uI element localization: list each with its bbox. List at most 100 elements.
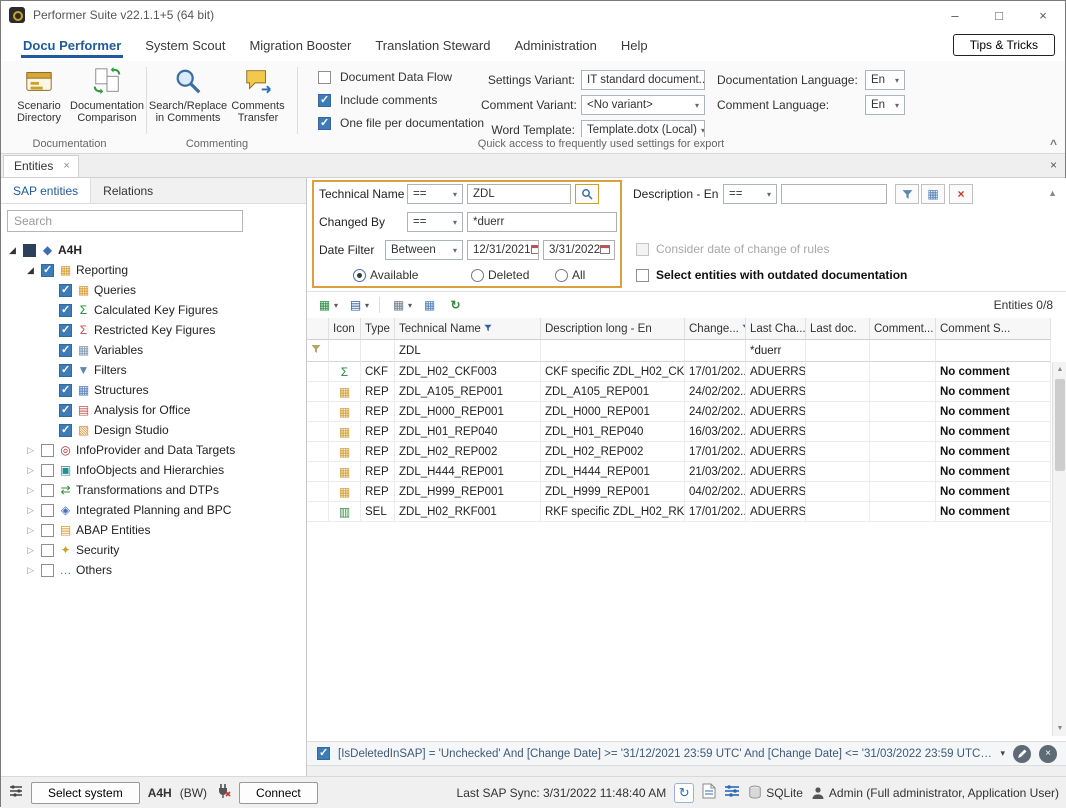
- send-export-button[interactable]: ▦▾: [387, 295, 415, 315]
- tree-item-abap-entities[interactable]: ▷▤ABAP Entities: [1, 520, 306, 540]
- tree-item-others[interactable]: ▷…Others: [1, 560, 306, 580]
- tree-item-integrated-planning-and-bpc[interactable]: ▷◈Integrated Planning and BPC: [1, 500, 306, 520]
- scrollbar-thumb[interactable]: [1055, 379, 1065, 471]
- checkbox-security[interactable]: [41, 544, 54, 557]
- radio-available-icon[interactable]: [353, 269, 366, 282]
- close-tabstrip-icon[interactable]: ×: [1050, 158, 1057, 172]
- filter-button[interactable]: [895, 184, 919, 204]
- column-header-description[interactable]: Description long - En: [541, 318, 685, 340]
- language-select-documentation-language[interactable]: En▾: [865, 70, 905, 90]
- table-row[interactable]: ▦REPZDL_H01_REP040ZDL_H01_REP04016/03/20…: [307, 422, 1051, 442]
- description-operator[interactable]: ==▾: [723, 184, 777, 204]
- expanded-icon[interactable]: ◢: [5, 245, 20, 256]
- setting-select-comment-variant[interactable]: <No variant>▾: [581, 95, 705, 115]
- calendar-icon[interactable]: [600, 244, 610, 257]
- radio-available[interactable]: Available: [353, 268, 418, 282]
- tab-relations[interactable]: Relations: [91, 178, 165, 203]
- collapsed-icon[interactable]: ▷: [23, 565, 38, 576]
- column-header-type[interactable]: Type: [361, 318, 395, 340]
- tree-item-variables[interactable]: ▦Variables: [1, 340, 306, 360]
- collapse-ribbon-icon[interactable]: ^: [1050, 137, 1057, 151]
- radio-deleted-icon[interactable]: [471, 269, 484, 282]
- checkbox-others[interactable]: [41, 564, 54, 577]
- checkbox-include-comments[interactable]: [318, 94, 331, 107]
- select-system-button[interactable]: Select system: [31, 782, 140, 804]
- date-from-input[interactable]: 12/31/2021: [467, 240, 539, 260]
- tree-item-a4h[interactable]: ◢◆A4H: [1, 240, 306, 260]
- sync-refresh-button[interactable]: ↻: [674, 783, 694, 803]
- checkbox-filters[interactable]: [59, 364, 72, 377]
- tree-item-infoprovider-and-data-targets[interactable]: ▷◎InfoProvider and Data Targets: [1, 440, 306, 460]
- filter-expression-checkbox[interactable]: [317, 747, 330, 760]
- collapse-filter-icon[interactable]: ▲: [1048, 188, 1057, 198]
- tree-item-transformations-and-dtps[interactable]: ▷⇄Transformations and DTPs: [1, 480, 306, 500]
- search-input[interactable]: [7, 210, 243, 232]
- tree-item-security[interactable]: ▷✦Security: [1, 540, 306, 560]
- column-chooser-button[interactable]: ▦: [418, 295, 441, 315]
- tree-item-infoobjects-and-hierarchies[interactable]: ▷▣InfoObjects and Hierarchies: [1, 460, 306, 480]
- minimize-button[interactable]: –: [933, 1, 977, 29]
- filter-history-icon[interactable]: ▾: [1000, 748, 1005, 759]
- checkbox-structures[interactable]: [59, 384, 72, 397]
- table-row[interactable]: ▦REPZDL_A105_REP001ZDL_A105_REP00124/02/…: [307, 382, 1051, 402]
- table-row[interactable]: ▦REPZDL_H999_REP001ZDL_H999_REP00104/02/…: [307, 482, 1051, 502]
- scenario-directory-button[interactable]: Scenario Directory: [5, 64, 73, 137]
- setting-select-settings-variant[interactable]: IT standard document...▾: [581, 70, 705, 90]
- tree-item-queries[interactable]: ▦Queries: [1, 280, 306, 300]
- tree-item-reporting[interactable]: ◢▦Reporting: [1, 260, 306, 280]
- calendar-icon[interactable]: [531, 244, 539, 257]
- filter-cell-change_date[interactable]: [685, 340, 746, 362]
- date-filter-operator[interactable]: Between▾: [385, 240, 463, 260]
- tab-entities[interactable]: Entities ×: [3, 155, 79, 177]
- menu-tab-translation-steward[interactable]: Translation Steward: [363, 31, 502, 59]
- checkbox-queries[interactable]: [59, 284, 72, 297]
- filter-cell-last_changed[interactable]: *duerr: [746, 340, 806, 362]
- checkbox-one-file-per-documentation[interactable]: [318, 117, 331, 130]
- collapsed-icon[interactable]: ▷: [23, 545, 38, 556]
- excel-export-button[interactable]: ▦▾: [313, 295, 341, 315]
- column-header-last_doc[interactable]: Last doc.: [806, 318, 870, 340]
- filter-cell-comment_s[interactable]: [936, 340, 1051, 362]
- filter-cell-icon[interactable]: [329, 340, 361, 362]
- checkbox-variables[interactable]: [59, 344, 72, 357]
- radio-all-icon[interactable]: [555, 269, 568, 282]
- checkbox-integrated-planning-and-bpc[interactable]: [41, 504, 54, 517]
- tab-sap-entities[interactable]: SAP entities: [1, 178, 91, 203]
- scroll-up-icon[interactable]: ▲: [1053, 362, 1066, 377]
- consider-date-checkbox[interactable]: [636, 243, 649, 256]
- filter-cell-technical_name[interactable]: ZDL: [395, 340, 541, 362]
- filter-editor-button[interactable]: ▦: [921, 184, 945, 204]
- menu-tab-help[interactable]: Help: [609, 31, 660, 59]
- filter-cell-indicator[interactable]: [307, 340, 329, 362]
- date-to-input[interactable]: 3/31/2022: [543, 240, 615, 260]
- tree-item-calculated-key-figures[interactable]: ΣCalculated Key Figures: [1, 300, 306, 320]
- checkbox-restricted-key-figures[interactable]: [59, 324, 72, 337]
- equalizer-icon[interactable]: [724, 784, 740, 801]
- checkbox-a4h[interactable]: [23, 244, 36, 257]
- description-input[interactable]: [781, 184, 887, 204]
- table-row[interactable]: ▦REPZDL_H444_REP001ZDL_H444_REP00121/03/…: [307, 462, 1051, 482]
- search-button[interactable]: [575, 184, 599, 204]
- checkbox-reporting[interactable]: [41, 264, 54, 277]
- table-row[interactable]: ▦REPZDL_H02_REP002ZDL_H02_REP00217/01/20…: [307, 442, 1051, 462]
- technical-name-operator[interactable]: ==▾: [407, 184, 463, 204]
- checkbox-analysis-for-office[interactable]: [59, 404, 72, 417]
- checkbox-calculated-key-figures[interactable]: [59, 304, 72, 317]
- menu-tab-system-scout[interactable]: System Scout: [133, 31, 237, 59]
- column-header-comment_s[interactable]: Comment S...: [936, 318, 1051, 340]
- technical-name-input[interactable]: ZDL: [467, 184, 571, 204]
- tree-item-analysis-for-office[interactable]: ▤Analysis for Office: [1, 400, 306, 420]
- system-settings-icon[interactable]: [9, 784, 23, 801]
- language-select-comment-language[interactable]: En▾: [865, 95, 905, 115]
- tips-tricks-button[interactable]: Tips & Tricks: [953, 34, 1055, 56]
- checkbox-infoobjects-and-hierarchies[interactable]: [41, 464, 54, 477]
- expanded-icon[interactable]: ◢: [23, 265, 38, 276]
- changed-by-input[interactable]: *duerr: [467, 212, 617, 232]
- filter-cell-last_doc[interactable]: [806, 340, 870, 362]
- checkbox-transformations-and-dtps[interactable]: [41, 484, 54, 497]
- checkbox-document-data-flow[interactable]: [318, 71, 331, 84]
- maximize-button[interactable]: □: [977, 1, 1021, 29]
- column-filter-icon[interactable]: [484, 323, 492, 335]
- filter-cell-comment[interactable]: [870, 340, 936, 362]
- log-document-icon[interactable]: [702, 783, 716, 802]
